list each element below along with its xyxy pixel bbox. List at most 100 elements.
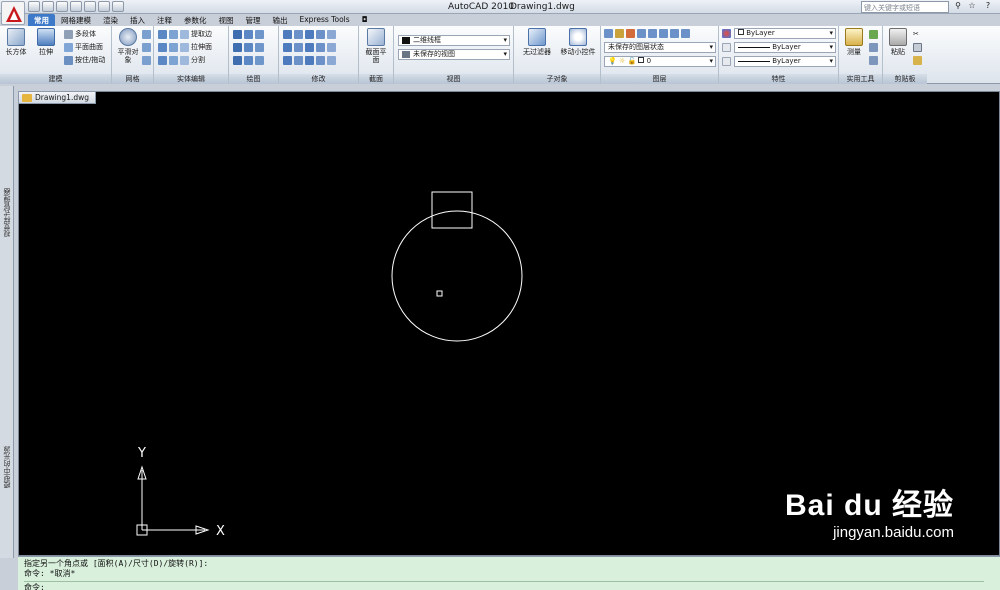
star-icon[interactable]: ☆ xyxy=(966,1,978,12)
panel-clipboard-title[interactable]: 剪贴板 xyxy=(883,74,927,84)
extract-edges-icon xyxy=(180,30,189,39)
panel-view-title[interactable]: 视图 xyxy=(394,74,513,84)
app-title: AutoCAD 2010 xyxy=(448,2,515,12)
solid-edit-row-3[interactable]: 分割 xyxy=(158,55,205,66)
open-file-icon[interactable] xyxy=(42,1,54,12)
print-icon[interactable] xyxy=(98,1,110,12)
match-button[interactable] xyxy=(913,55,922,66)
extrude-button[interactable]: 拉伸 xyxy=(34,28,58,56)
layer-delete-icon xyxy=(681,29,690,38)
tab-mesh-modeling[interactable]: 网格建模 xyxy=(55,14,97,26)
watermark-url: jingyan.baidu.com xyxy=(833,524,954,541)
panel-utilities-title[interactable]: 实用工具 xyxy=(839,74,882,84)
panel-solid-editing-title[interactable]: 实体编辑 xyxy=(154,74,228,84)
binoculars-icon[interactable]: ⚲ xyxy=(952,1,964,12)
panel-modify-title[interactable]: 修改 xyxy=(279,74,358,84)
layer-dropdown[interactable]: 💡 ☼ 🔓 0 xyxy=(604,56,716,67)
application-menu-button[interactable] xyxy=(1,1,25,25)
extrude-icon xyxy=(37,28,55,46)
draw-row-2[interactable] xyxy=(233,42,264,53)
pan-icon xyxy=(305,30,314,39)
linetype-sample xyxy=(738,46,770,48)
mesh-tool-3[interactable] xyxy=(142,55,151,66)
tab-manage[interactable]: 管理 xyxy=(240,14,267,26)
draw-row-1[interactable] xyxy=(233,29,264,40)
modify-row-1[interactable] xyxy=(283,29,336,40)
layer-state-dropdown[interactable]: 未保存的图层状态 xyxy=(604,42,716,53)
rotate-icon xyxy=(283,43,292,52)
box-button[interactable]: 长方体 xyxy=(4,28,28,56)
search-input[interactable]: 键入关键字或短语 xyxy=(861,1,949,13)
circle-shape[interactable] xyxy=(391,210,523,342)
tab-parametric[interactable]: 参数化 xyxy=(178,14,213,26)
no-filter-button[interactable]: 无过滤器 xyxy=(518,28,556,56)
utility-tool-1[interactable] xyxy=(869,29,878,40)
polysolid-label: 多段体 xyxy=(75,30,96,38)
linetype-dropdown[interactable]: ByLayer xyxy=(734,42,836,53)
panel-layers-title[interactable]: 图层 xyxy=(601,74,718,84)
undo-icon[interactable] xyxy=(70,1,82,12)
new-file-icon[interactable] xyxy=(28,1,40,12)
paste-label: 粘贴 xyxy=(891,48,905,56)
tab-express-tools[interactable]: Express Tools xyxy=(294,14,356,26)
document-tab[interactable]: Drawing1.dwg xyxy=(18,91,96,104)
lights-in-model-tab[interactable]: 模型中的光源 xyxy=(2,446,12,488)
panel-draw: 绘图 xyxy=(229,26,279,84)
erase-icon xyxy=(316,56,325,65)
utility-tool-2[interactable] xyxy=(869,42,878,53)
tab-insert[interactable]: 插入 xyxy=(124,14,151,26)
visual-style-dropdown[interactable]: 二维线框 xyxy=(398,35,510,46)
solid-edit-row-1[interactable]: 提取边 xyxy=(158,29,212,40)
panel-draw-title[interactable]: 绘图 xyxy=(229,74,278,84)
panel-modeling-title[interactable]: 建模 xyxy=(0,74,111,84)
layer-color-swatch xyxy=(638,57,645,63)
lineweight-dropdown[interactable]: ByLayer xyxy=(734,56,836,67)
copy-clip-button[interactable] xyxy=(913,42,922,53)
panel-properties-title[interactable]: 特性 xyxy=(719,74,838,84)
workspace-icon[interactable] xyxy=(112,1,124,12)
redo-icon[interactable] xyxy=(84,1,96,12)
command-line[interactable]: 指定另一个角点或 [面积(A)/尺寸(D)/旋转(R)]: 命令: *取消* 命… xyxy=(18,556,1000,590)
tab-annotate[interactable]: 注释 xyxy=(151,14,178,26)
ribbon-minimize-icon[interactable]: ◘ xyxy=(356,14,374,26)
section-plane-button[interactable]: 截面平面 xyxy=(364,28,388,64)
visual-styles-manager-tab[interactable]: 视觉样式管理器 xyxy=(2,188,12,237)
panel-section-title[interactable]: 截面 xyxy=(359,74,393,84)
layer-tools-row[interactable] xyxy=(604,28,690,39)
polysolid-button[interactable]: 多段体 xyxy=(64,29,96,40)
planar-surface-button[interactable]: 平面曲面 xyxy=(64,42,103,53)
command-input[interactable]: 命令: xyxy=(24,581,984,590)
title-bar: AutoCAD 2010 Drawing1.dwg 键入关键字或短语 ⚲ ☆ ? xyxy=(0,0,1000,14)
panel-mesh: 平滑对象 网格 xyxy=(112,26,154,84)
presspull-button[interactable]: 按住/拖动 xyxy=(64,55,105,66)
color-dropdown[interactable]: ByLayer xyxy=(734,28,836,39)
smooth-object-icon xyxy=(119,28,137,46)
draw-row-3[interactable] xyxy=(233,55,264,66)
gizmo-icon xyxy=(569,28,587,46)
rectangle-icon xyxy=(244,56,253,65)
orbit-icon xyxy=(305,43,314,52)
solid-edit-row-2[interactable]: 拉伸面 xyxy=(158,42,212,53)
tab-view[interactable]: 视图 xyxy=(213,14,240,26)
measure-button[interactable]: 测量 xyxy=(842,28,866,56)
mesh-tool-1[interactable] xyxy=(142,29,151,40)
help-icon[interactable]: ? xyxy=(982,1,994,12)
match-properties-button[interactable] xyxy=(722,28,731,39)
cut-button[interactable]: ✂ xyxy=(913,29,919,40)
rectangle-shape[interactable] xyxy=(431,191,473,229)
smooth-object-button[interactable]: 平滑对象 xyxy=(116,28,140,64)
utility-tool-3[interactable] xyxy=(869,55,878,66)
save-icon[interactable] xyxy=(56,1,68,12)
paste-button[interactable]: 粘贴 xyxy=(886,28,910,56)
tab-output[interactable]: 输出 xyxy=(267,14,294,26)
modify-row-3[interactable] xyxy=(283,55,336,66)
panel-subobject-title[interactable]: 子对象 xyxy=(514,74,600,84)
saved-view-dropdown[interactable]: 未保存的视图 xyxy=(398,49,510,60)
move-gizmo-button[interactable]: 移动小控件 xyxy=(558,28,598,56)
panel-mesh-title[interactable]: 网格 xyxy=(112,74,153,84)
modify-row-2[interactable] xyxy=(283,42,336,53)
tab-render[interactable]: 渲染 xyxy=(97,14,124,26)
tab-home[interactable]: 常用 xyxy=(28,14,55,26)
mesh-tool-2[interactable] xyxy=(142,42,151,53)
visual-style-label: 二维线框 xyxy=(413,36,441,44)
